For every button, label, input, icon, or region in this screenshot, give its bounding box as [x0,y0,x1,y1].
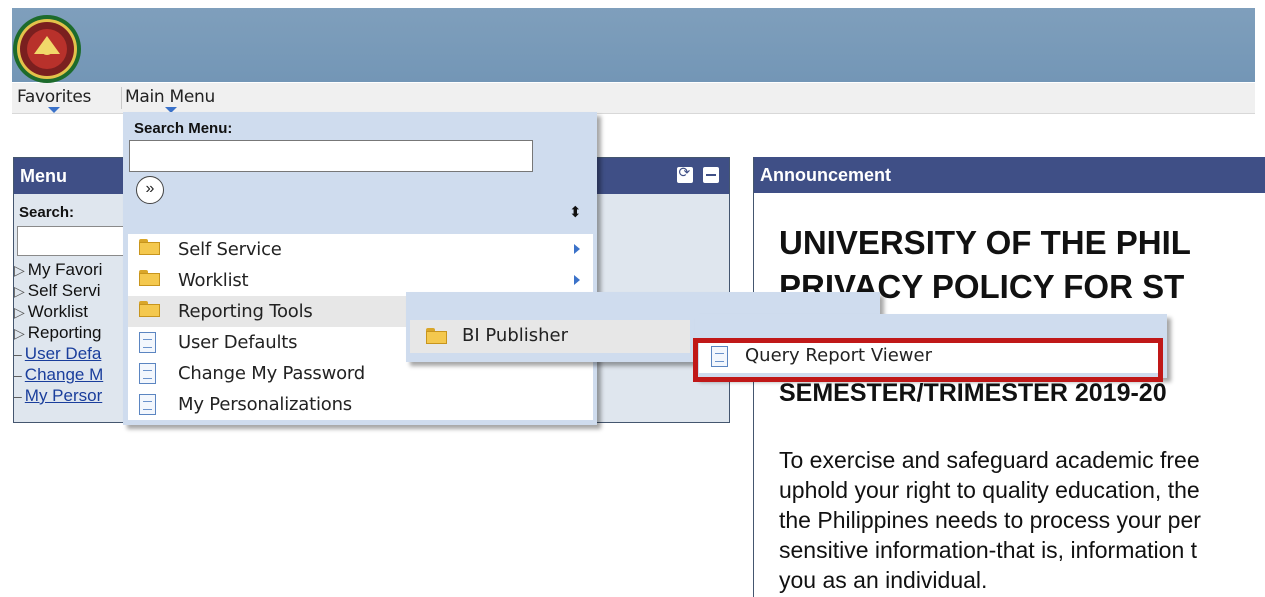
refresh-icon[interactable] [676,164,693,183]
menu-tree-label: Reporting [27,323,102,342]
menu-item-label: Worklist [178,270,249,291]
nav-divider [121,87,122,109]
submenu-arrow-icon [574,275,580,285]
menu-item-bi-publisher[interactable]: BI Publisher [410,320,690,353]
university-seal-logo[interactable] [12,14,82,84]
search-go-button[interactable]: » [136,176,164,204]
navigation-bar: Favorites Main Menu [12,83,1255,114]
menu-item-self-service[interactable]: Self Service [128,234,593,265]
body-line: To exercise and safeguard academic free [779,447,1200,473]
expand-triangle-icon: ▷ [14,262,25,278]
main-menu[interactable]: Main Menu [125,87,215,107]
main-menu-dropdown: Search Menu: » ⬍ Self Service Worklist R… [123,112,597,425]
menu-tree-link[interactable]: – My Persor [14,385,103,406]
menu-tree: ▷ My Favori ▷ Self Servi ▷ Worklist ▷ Report… [14,259,103,406]
menu-search-input[interactable] [17,226,127,256]
folder-icon [139,301,161,317]
menu-tree-link[interactable]: – Change M [14,364,103,385]
menu-tree-link[interactable]: – User Defa [14,343,103,364]
menu-tree-item[interactable]: ▷ Self Servi [14,280,103,301]
dash-marker: – [14,346,22,362]
dash-marker: – [14,367,22,383]
body-line: uphold your right to quality education, … [779,477,1200,503]
folder-icon [139,270,161,286]
highlight-box [693,338,1163,382]
header-banner [12,8,1255,84]
heading-line: UNIVERSITY OF THE PHIL [779,224,1191,261]
menu-item-label: Reporting Tools [178,301,313,322]
body-line: the Philippines needs to process your pe… [779,507,1201,533]
document-icon [139,332,156,353]
menu-tree-item[interactable]: ▷ My Favori [14,259,103,280]
menu-tree-label: My Favori [27,260,103,279]
folder-icon [139,239,161,255]
menu-search-label: Search: [19,204,75,221]
submenu-arrow-icon [574,244,580,254]
expand-triangle-icon: ▷ [14,304,25,320]
menu-item-change-my-password[interactable]: Change My Password [128,358,593,389]
menu-item-label: User Defaults [178,332,298,353]
menu-item-label: Change My Password [178,363,366,384]
pagelet-controls [671,164,719,188]
menu-tree-label: Change M [24,365,104,384]
document-icon [139,363,156,384]
menu-item-my-personalizations[interactable]: My Personalizations [128,389,593,420]
announcement-body: To exercise and safeguard academic free … [779,445,1201,595]
menu-item-label: BI Publisher [462,325,569,346]
menu-tree-label: My Persor [24,386,103,405]
double-chevron-right-icon: » [145,180,155,197]
body-line: you as an individual. [779,567,988,593]
search-menu-input[interactable] [129,140,533,172]
favorites-caret-icon [48,107,60,113]
expand-triangle-icon: ▷ [14,283,25,299]
favorites-menu[interactable]: Favorites [17,87,91,107]
menu-item-label: Self Service [178,239,282,260]
menu-tree-item[interactable]: ▷ Worklist [14,301,103,322]
menu-tree-label: Worklist [27,302,88,321]
menu-tree-item[interactable]: ▷ Reporting [14,322,103,343]
body-line: sensitive information-that is, informati… [779,537,1198,563]
menu-tree-label: User Defa [24,344,102,363]
minimize-icon[interactable] [703,167,719,183]
search-menu-label: Search Menu: [134,120,233,137]
expand-triangle-icon: ▷ [14,325,25,341]
menu-item-label: My Personalizations [178,394,352,415]
menu-tree-label: Self Servi [27,281,101,300]
announcement-subheading: SEMESTER/TRIMESTER 2019-20 [779,379,1167,407]
folder-icon [426,328,448,344]
announcement-title: Announcement [754,157,1265,193]
dash-marker: – [14,388,22,404]
sort-icon[interactable]: ⬍ [569,203,582,221]
document-icon [139,394,156,415]
